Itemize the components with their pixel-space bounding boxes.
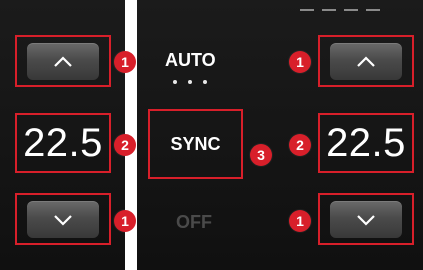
callout-badge: 1 [114, 51, 136, 73]
seat-heater-icon [344, 1, 358, 11]
callout-badge: 1 [114, 210, 136, 232]
left-temperature-display: 22.5 [23, 121, 103, 165]
seat-heater-icon [366, 1, 380, 11]
seat-heater-icon [322, 1, 336, 11]
callout-badge: 2 [289, 134, 311, 156]
chevron-up-icon [54, 55, 72, 67]
right-temp-up-button[interactable] [330, 43, 402, 80]
callout-badge: 3 [250, 144, 272, 166]
auto-button[interactable]: AUTO [165, 50, 216, 71]
left-temp-up-button[interactable] [27, 43, 99, 80]
callout-badge: 1 [289, 51, 311, 73]
chevron-down-icon [357, 214, 375, 226]
chevron-up-icon [357, 55, 375, 67]
sync-button[interactable]: SYNC [148, 109, 243, 179]
callout-badge: 2 [114, 134, 136, 156]
off-button[interactable]: OFF [176, 212, 212, 233]
climate-control-screen: 1 22.5 2 1 AUTO SYNC 3 OFF 1 2 22.5 1 [0, 0, 423, 270]
left-temp-down-button[interactable] [27, 201, 99, 238]
seat-heater-icon [300, 1, 314, 11]
right-temperature-display: 22.5 [326, 121, 406, 165]
chevron-down-icon [54, 214, 72, 226]
right-temp-down-button[interactable] [330, 201, 402, 238]
callout-badge: 1 [289, 210, 311, 232]
